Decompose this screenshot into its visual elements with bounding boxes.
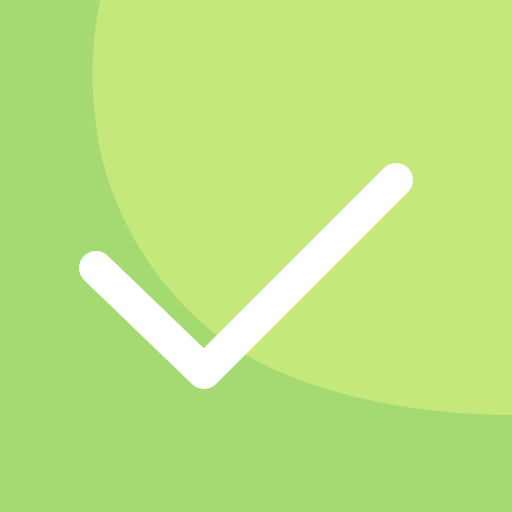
- app-icon: [0, 0, 512, 512]
- checkmark-icon: [0, 0, 512, 512]
